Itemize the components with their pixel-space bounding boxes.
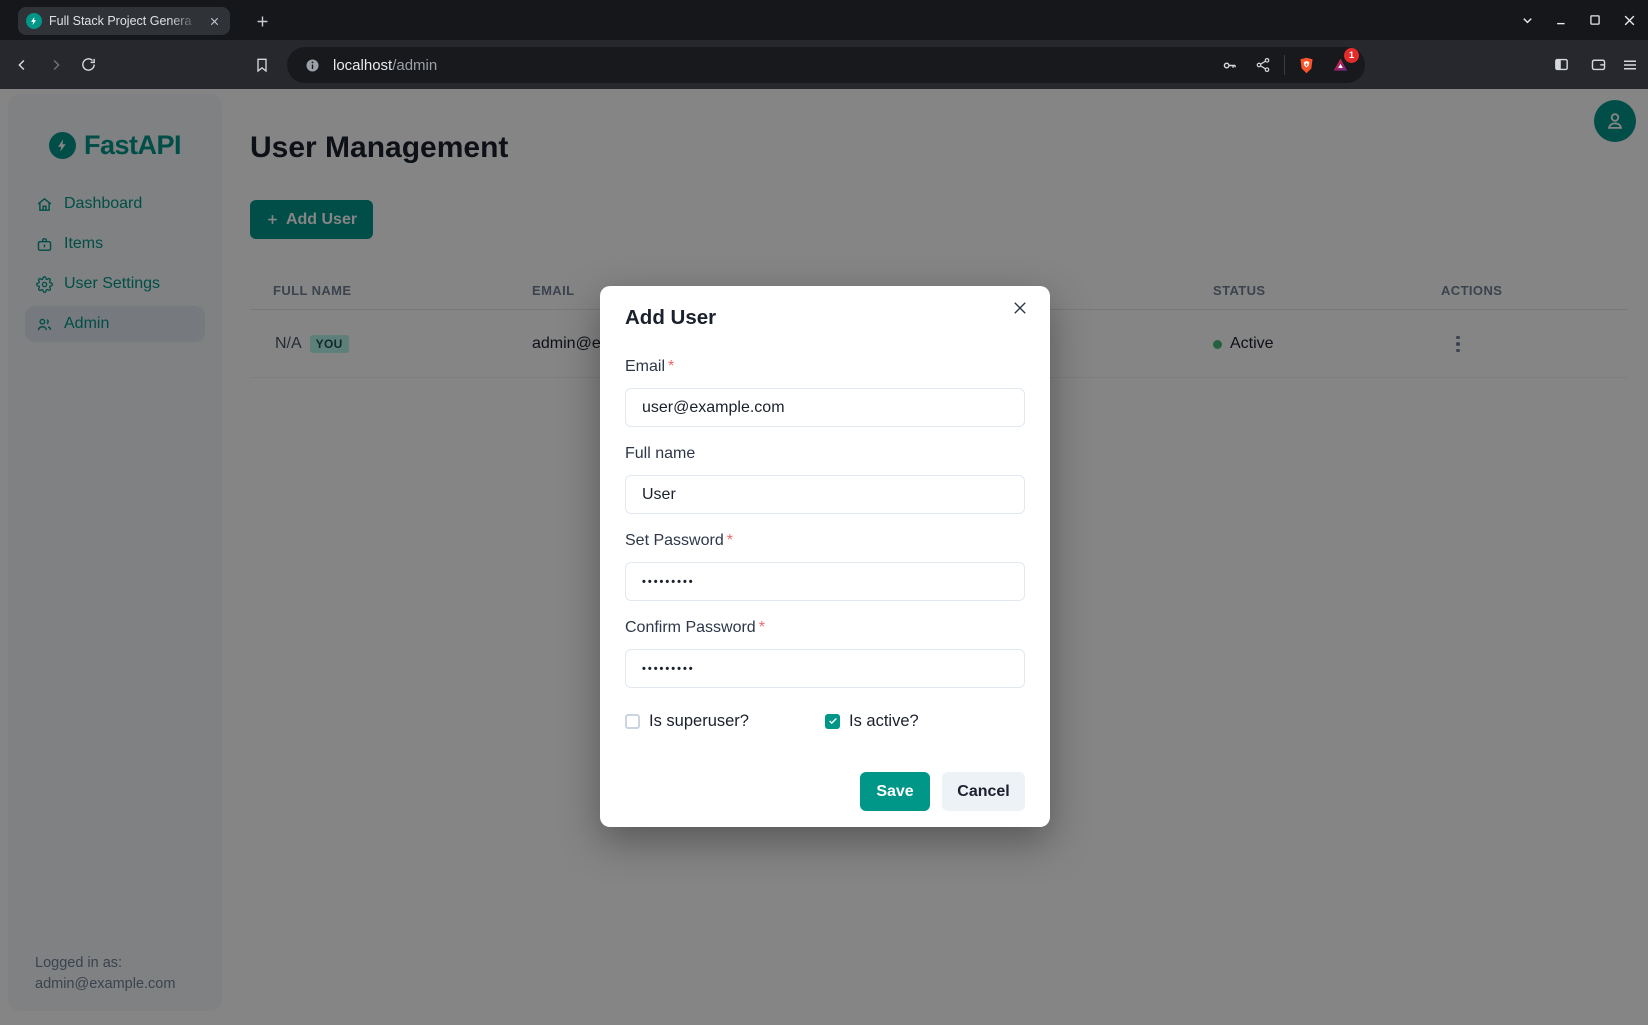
is-superuser-label: Is superuser? — [649, 712, 749, 731]
close-window-icon[interactable] — [1612, 3, 1646, 37]
tab-title: Full Stack Project Genera — [49, 7, 199, 35]
browser-tab[interactable]: Full Stack Project Genera — [18, 7, 230, 35]
email-field[interactable] — [625, 388, 1025, 427]
required-mark: * — [759, 619, 765, 636]
confirm-password-label: Confirm Password* — [625, 619, 1025, 637]
tab-bar: Full Stack Project Genera — [0, 0, 1648, 40]
window-controls — [1510, 0, 1646, 40]
full-name-field[interactable] — [625, 475, 1025, 514]
is-superuser-group: Is superuser? — [625, 712, 825, 731]
site-info-icon[interactable] — [299, 52, 325, 78]
sidebar-panel-icon[interactable] — [1545, 48, 1577, 81]
modal-close-icon[interactable] — [1005, 293, 1035, 323]
url-text: localhost/admin — [333, 57, 1208, 74]
toolbar-divider — [1284, 55, 1285, 75]
required-mark: * — [668, 358, 674, 375]
add-user-modal: Add User Email* Full name Set Password* … — [600, 286, 1050, 827]
cancel-button[interactable]: Cancel — [942, 772, 1025, 811]
confirm-password-field[interactable] — [625, 649, 1025, 688]
is-active-label: Is active? — [849, 712, 919, 731]
bookmark-icon[interactable] — [246, 48, 278, 81]
modal-actions: Save Cancel — [625, 772, 1025, 811]
set-password-label: Set Password* — [625, 532, 1025, 550]
tab-close-icon[interactable] — [206, 13, 222, 29]
save-button[interactable]: Save — [860, 772, 930, 811]
reload-icon[interactable] — [72, 48, 104, 81]
minimize-icon[interactable] — [1544, 3, 1578, 37]
set-password-field[interactable] — [625, 562, 1025, 601]
rewards-count-badge: 1 — [1344, 48, 1359, 63]
new-tab-button[interactable] — [250, 9, 274, 33]
is-active-checkbox[interactable] — [825, 714, 840, 729]
is-superuser-checkbox[interactable] — [625, 714, 640, 729]
browser-window: Full Stack Project Genera — [0, 0, 1648, 1025]
is-active-group: Is active? — [825, 712, 919, 731]
wallet-icon[interactable] — [1582, 48, 1614, 81]
url-path: /admin — [392, 57, 437, 74]
brave-rewards-icon[interactable]: 1 — [1327, 52, 1353, 78]
check-icon — [828, 716, 838, 726]
back-icon[interactable] — [6, 48, 38, 81]
full-name-label: Full name — [625, 445, 1025, 463]
share-icon[interactable] — [1250, 52, 1276, 78]
page-viewport: FastAPI Dashboard Items User Settings A — [0, 89, 1648, 1025]
forward-icon[interactable] — [40, 48, 72, 81]
url-host: localhost — [333, 57, 392, 74]
key-icon[interactable] — [1216, 52, 1242, 78]
email-label: Email* — [625, 358, 1025, 376]
address-bar[interactable]: localhost/admin 1 — [287, 47, 1365, 83]
menu-hamburger-icon[interactable] — [1614, 48, 1646, 81]
tab-search-chevron-icon[interactable] — [1510, 3, 1544, 37]
required-mark: * — [727, 532, 733, 549]
maximize-icon[interactable] — [1578, 3, 1612, 37]
fastapi-favicon-icon — [26, 13, 42, 29]
browser-toolbar: localhost/admin 1 — [0, 40, 1648, 89]
modal-title: Add User — [625, 306, 1025, 330]
checkbox-row: Is superuser? Is active? — [625, 712, 1025, 730]
brave-shields-icon[interactable] — [1293, 52, 1319, 78]
